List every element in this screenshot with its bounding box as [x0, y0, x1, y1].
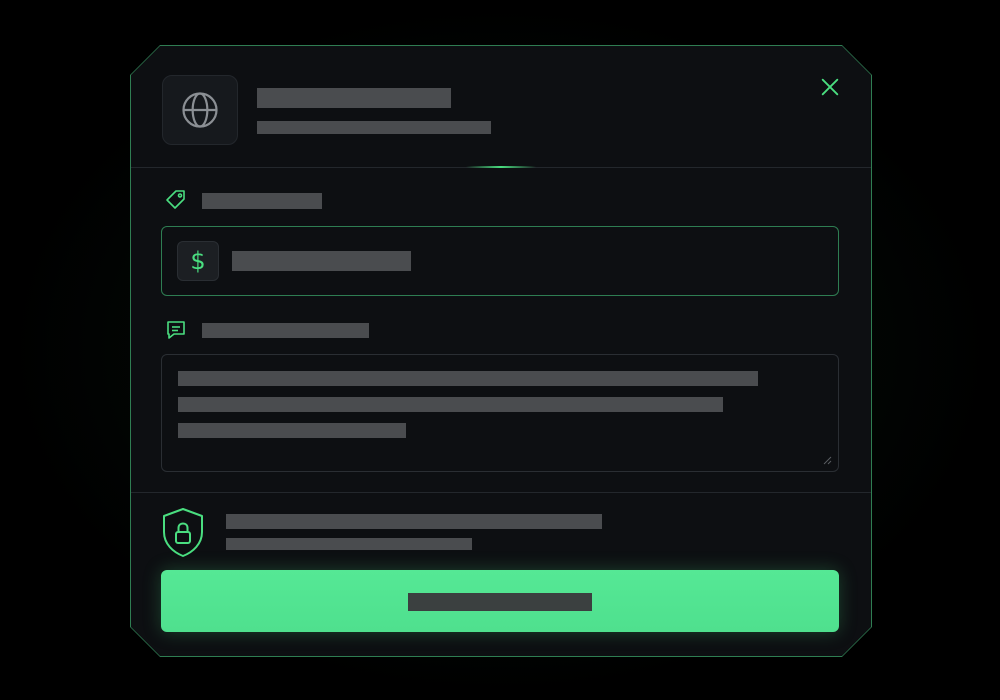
submit-button-label — [408, 593, 592, 611]
message-line-2 — [178, 397, 723, 412]
close-icon — [821, 78, 839, 96]
amount-label — [202, 193, 322, 209]
security-title — [226, 514, 602, 529]
security-subtitle — [226, 538, 472, 550]
footer-divider — [131, 492, 871, 493]
message-label — [202, 323, 369, 338]
message-line-3 — [178, 423, 406, 438]
header-divider-accent — [466, 166, 536, 168]
amount-input[interactable]: $ — [161, 226, 839, 296]
submit-button[interactable] — [161, 570, 839, 632]
tag-icon — [163, 187, 189, 213]
message-textarea[interactable] — [161, 354, 839, 472]
dialog-subtitle — [257, 121, 491, 134]
currency-badge: $ — [177, 241, 219, 281]
payment-dialog: $ — [131, 46, 871, 656]
chat-bubble-icon — [163, 317, 189, 343]
dollar-sign-icon: $ — [190, 247, 206, 275]
shield-lock-icon — [163, 508, 203, 557]
globe-icon — [182, 92, 218, 128]
message-line-1 — [178, 371, 758, 386]
resize-handle-icon[interactable] — [822, 455, 832, 465]
header-icon-tile — [162, 75, 238, 145]
dialog-title — [257, 88, 451, 108]
amount-placeholder — [232, 251, 411, 271]
backdrop: $ — [0, 0, 1000, 700]
close-button[interactable] — [815, 72, 845, 102]
